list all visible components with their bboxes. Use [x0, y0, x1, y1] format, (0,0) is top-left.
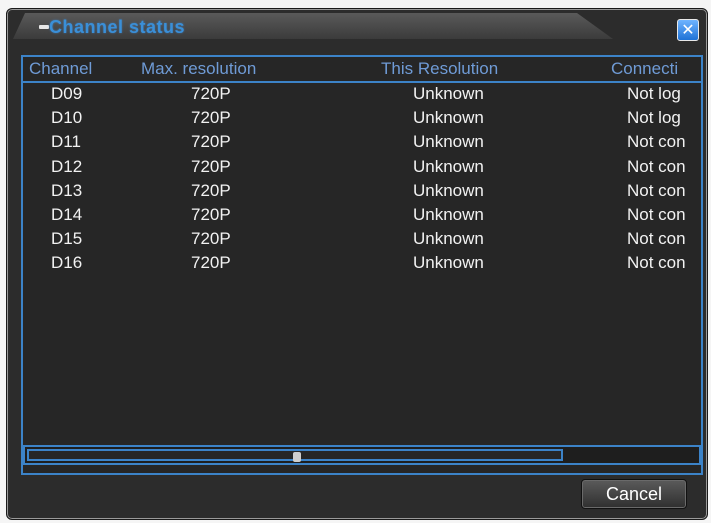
header-max-resolution: Max. resolution [141, 59, 257, 78]
cell-channel: D14 [51, 204, 83, 224]
cell-connection: Not con [627, 132, 686, 152]
header-this-resolution: This Resolution [381, 59, 499, 78]
table-row[interactable]: D13 720P Unknown Not con [23, 180, 701, 204]
table-row[interactable]: D10 720P Unknown Not log [23, 107, 701, 131]
dialog-title: Channel status [49, 17, 186, 37]
header-channel: Channel [29, 59, 93, 78]
horizontal-scrollbar[interactable] [23, 445, 701, 465]
cell-this-resolution: Unknown [413, 229, 484, 249]
scrollbar-thumb[interactable] [27, 449, 563, 462]
cell-max-resolution: 720P [191, 132, 231, 152]
table-row[interactable]: D11 720P Unknown Not con [23, 131, 701, 155]
table-body: D09 720P Unknown Not log D10 720P Unknow… [23, 83, 701, 277]
cell-connection: Not log [627, 108, 681, 128]
cell-channel: D15 [51, 229, 83, 249]
cell-channel: D12 [51, 156, 83, 176]
cell-channel: D10 [51, 108, 83, 128]
cell-this-resolution: Unknown [413, 84, 484, 103]
cell-max-resolution: 720P [191, 253, 231, 273]
cell-this-resolution: Unknown [413, 156, 484, 176]
table-row[interactable]: D14 720P Unknown Not con [23, 204, 701, 228]
table-row[interactable]: D16 720P Unknown Not con [23, 252, 701, 276]
cell-this-resolution: Unknown [413, 132, 484, 152]
table-row[interactable]: D09 720P Unknown Not log [23, 83, 701, 107]
cell-channel: D11 [51, 132, 81, 152]
scrollbar-grip-icon[interactable] [293, 452, 301, 462]
cell-connection: Not con [627, 253, 686, 273]
cell-channel: D09 [51, 84, 83, 103]
cell-max-resolution: 720P [191, 108, 231, 128]
channel-table: Channel Max. resolution This Resolution … [21, 55, 703, 475]
close-icon: ✕ [681, 22, 695, 39]
cell-channel: D16 [51, 253, 83, 273]
cell-this-resolution: Unknown [413, 108, 484, 128]
cell-max-resolution: 720P [191, 156, 231, 176]
cell-max-resolution: 720P [191, 229, 231, 249]
cell-connection: Not con [627, 229, 686, 249]
cell-max-resolution: 720P [191, 84, 231, 103]
cell-this-resolution: Unknown [413, 253, 484, 273]
title-dash-icon [39, 25, 49, 29]
header-connection: Connecti [611, 59, 679, 78]
cell-max-resolution: 720P [191, 204, 231, 224]
cell-max-resolution: 720P [191, 180, 231, 200]
table-header: Channel Max. resolution This Resolution … [23, 57, 701, 83]
channel-status-dialog: Channel status ✕ Channel Max. resolution… [6, 8, 708, 520]
cell-connection: Not log [627, 84, 681, 103]
cancel-button[interactable]: Cancel [581, 479, 687, 509]
cell-connection: Not con [627, 180, 686, 200]
cell-this-resolution: Unknown [413, 180, 484, 200]
close-button[interactable]: ✕ [677, 19, 699, 41]
cell-this-resolution: Unknown [413, 204, 484, 224]
cell-connection: Not con [627, 156, 686, 176]
table-row[interactable]: D15 720P Unknown Not con [23, 228, 701, 252]
cell-channel: D13 [51, 180, 83, 200]
table-row[interactable]: D12 720P Unknown Not con [23, 156, 701, 180]
cell-connection: Not con [627, 204, 686, 224]
